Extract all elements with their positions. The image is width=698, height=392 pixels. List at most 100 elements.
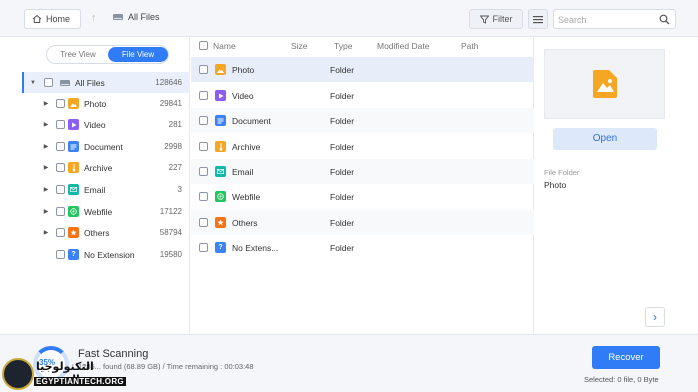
filter-label: Filter: [492, 14, 513, 24]
tree-item-email[interactable]: ▶ Email 3: [22, 179, 190, 200]
column-modified-date[interactable]: Modified Date: [377, 41, 429, 51]
tree-item-label: Document: [84, 141, 123, 152]
caret-right-icon[interactable]: ▶: [42, 164, 50, 171]
up-arrow-icon[interactable]: ↑: [91, 12, 97, 24]
list-item[interactable]: Others Folder: [191, 210, 534, 235]
filter-button[interactable]: Filter: [469, 9, 523, 29]
photo-icon: [68, 98, 79, 109]
tree-view-tab[interactable]: Tree View: [48, 47, 108, 62]
document-icon: [68, 141, 79, 152]
search-icon[interactable]: [659, 14, 670, 25]
tree-item-all-files[interactable]: ▼ All Files 128646: [22, 72, 190, 93]
caret-right-icon[interactable]: ▶: [42, 229, 50, 236]
tree-item-label: Webfile: [84, 206, 113, 217]
open-button[interactable]: Open: [553, 128, 657, 150]
search-input[interactable]: [558, 13, 654, 26]
checkbox[interactable]: [199, 116, 208, 125]
caret-right-icon[interactable]: ▶: [42, 186, 50, 193]
tree-item-label: Others: [84, 227, 110, 238]
checkbox[interactable]: [199, 243, 208, 252]
no-extension-icon: ?: [215, 242, 226, 253]
breadcrumb-label: All Files: [128, 12, 160, 22]
home-button[interactable]: Home: [24, 9, 81, 29]
tree-item-label: Video: [84, 119, 106, 130]
tree-item-label: Email: [84, 184, 106, 195]
caret-down-icon[interactable]: ▼: [29, 80, 37, 86]
checkbox[interactable]: [199, 91, 208, 100]
tree-item-count: 17122: [159, 207, 182, 216]
others-icon: [68, 227, 79, 238]
selected-info: Selected: 0 file, 0 Byte: [584, 375, 659, 384]
tree-item-no-extension[interactable]: ? No Extension 19580: [22, 244, 190, 265]
document-icon: [215, 115, 226, 126]
photo-icon: [215, 64, 226, 75]
column-path[interactable]: Path: [461, 41, 479, 51]
details-panel: Open File Folder Photo ›: [535, 37, 675, 334]
recover-button[interactable]: Recover: [592, 346, 660, 369]
tree-item-count: 19580: [159, 250, 182, 259]
tree-item-video[interactable]: ▶ Video 281: [22, 114, 190, 135]
checkbox[interactable]: [199, 65, 208, 74]
category-sidebar: Tree View File View ▼ All Files 128646 ▶…: [22, 37, 190, 334]
file-type: Folder: [330, 218, 355, 228]
list-item[interactable]: Video Folder: [191, 83, 534, 108]
tree-item-others[interactable]: ▶ Others 58794: [22, 222, 190, 243]
tree-item-webfile[interactable]: ▶ Webfile 17122: [22, 201, 190, 222]
list-header: Name Size Type Modified Date Path: [191, 37, 534, 57]
webfile-icon: [68, 206, 79, 217]
email-icon: [215, 166, 226, 177]
column-name[interactable]: Name: [213, 41, 236, 51]
checkbox[interactable]: [56, 228, 65, 237]
tree-item-document[interactable]: ▶ Document 2998: [22, 136, 190, 157]
caret-right-icon[interactable]: ▶: [42, 100, 50, 107]
column-type[interactable]: Type: [334, 41, 352, 51]
checkbox[interactable]: [56, 207, 65, 216]
column-size[interactable]: Size: [291, 41, 308, 51]
list-item[interactable]: Photo Folder: [191, 57, 534, 82]
checkbox[interactable]: [199, 192, 208, 201]
drive-icon: [60, 79, 70, 86]
checkbox[interactable]: [199, 167, 208, 176]
list-view-button[interactable]: [528, 9, 548, 29]
checkbox[interactable]: [56, 99, 65, 108]
webfile-icon: [215, 191, 226, 202]
checkbox[interactable]: [56, 185, 65, 194]
list-item[interactable]: Webfile Folder: [191, 184, 534, 209]
file-name-value: Photo: [544, 180, 567, 190]
tree-item-photo[interactable]: ▶ Photo 29841: [22, 93, 190, 114]
watermark-logo-icon: [2, 358, 34, 390]
home-icon: [32, 14, 42, 23]
checkbox[interactable]: [199, 218, 208, 227]
checkbox[interactable]: [199, 142, 208, 151]
file-type: Folder: [330, 116, 355, 126]
checkbox[interactable]: [56, 163, 65, 172]
checkbox[interactable]: [56, 250, 65, 259]
no-extension-icon: ?: [68, 249, 79, 260]
tree-item-archive[interactable]: ▶ Archive 227: [22, 157, 190, 178]
photo-folder-icon: [592, 70, 617, 98]
checkbox[interactable]: [44, 78, 53, 87]
select-all-checkbox[interactable]: [199, 41, 208, 50]
tree-item-count: 29841: [159, 99, 182, 108]
list-item[interactable]: Document Folder: [191, 108, 534, 133]
file-type: Folder: [330, 142, 355, 152]
caret-right-icon[interactable]: ▶: [42, 208, 50, 215]
file-view-tab[interactable]: File View: [108, 47, 168, 62]
file-type-label: File Folder: [544, 168, 580, 177]
list-item[interactable]: Archive Folder: [191, 134, 534, 159]
chevron-right-icon[interactable]: ›: [645, 307, 665, 327]
checkbox[interactable]: [56, 120, 65, 129]
tree-item-count: 128646: [155, 78, 182, 87]
checkbox[interactable]: [56, 142, 65, 151]
caret-right-icon[interactable]: ▶: [42, 121, 50, 128]
list-item[interactable]: Email Folder: [191, 159, 534, 184]
file-type: Folder: [330, 192, 355, 202]
caret-right-icon[interactable]: ▶: [42, 143, 50, 150]
list-item[interactable]: ? No Extens... Folder: [191, 235, 534, 260]
watermark: التكنولوجيا المصرية EGYPTIANTECH.ORG: [0, 354, 135, 392]
video-icon: [215, 90, 226, 101]
list-view-icon: [533, 15, 543, 23]
drive-icon: [113, 14, 123, 20]
others-icon: [215, 217, 226, 228]
tree-item-label: All Files: [75, 77, 105, 88]
